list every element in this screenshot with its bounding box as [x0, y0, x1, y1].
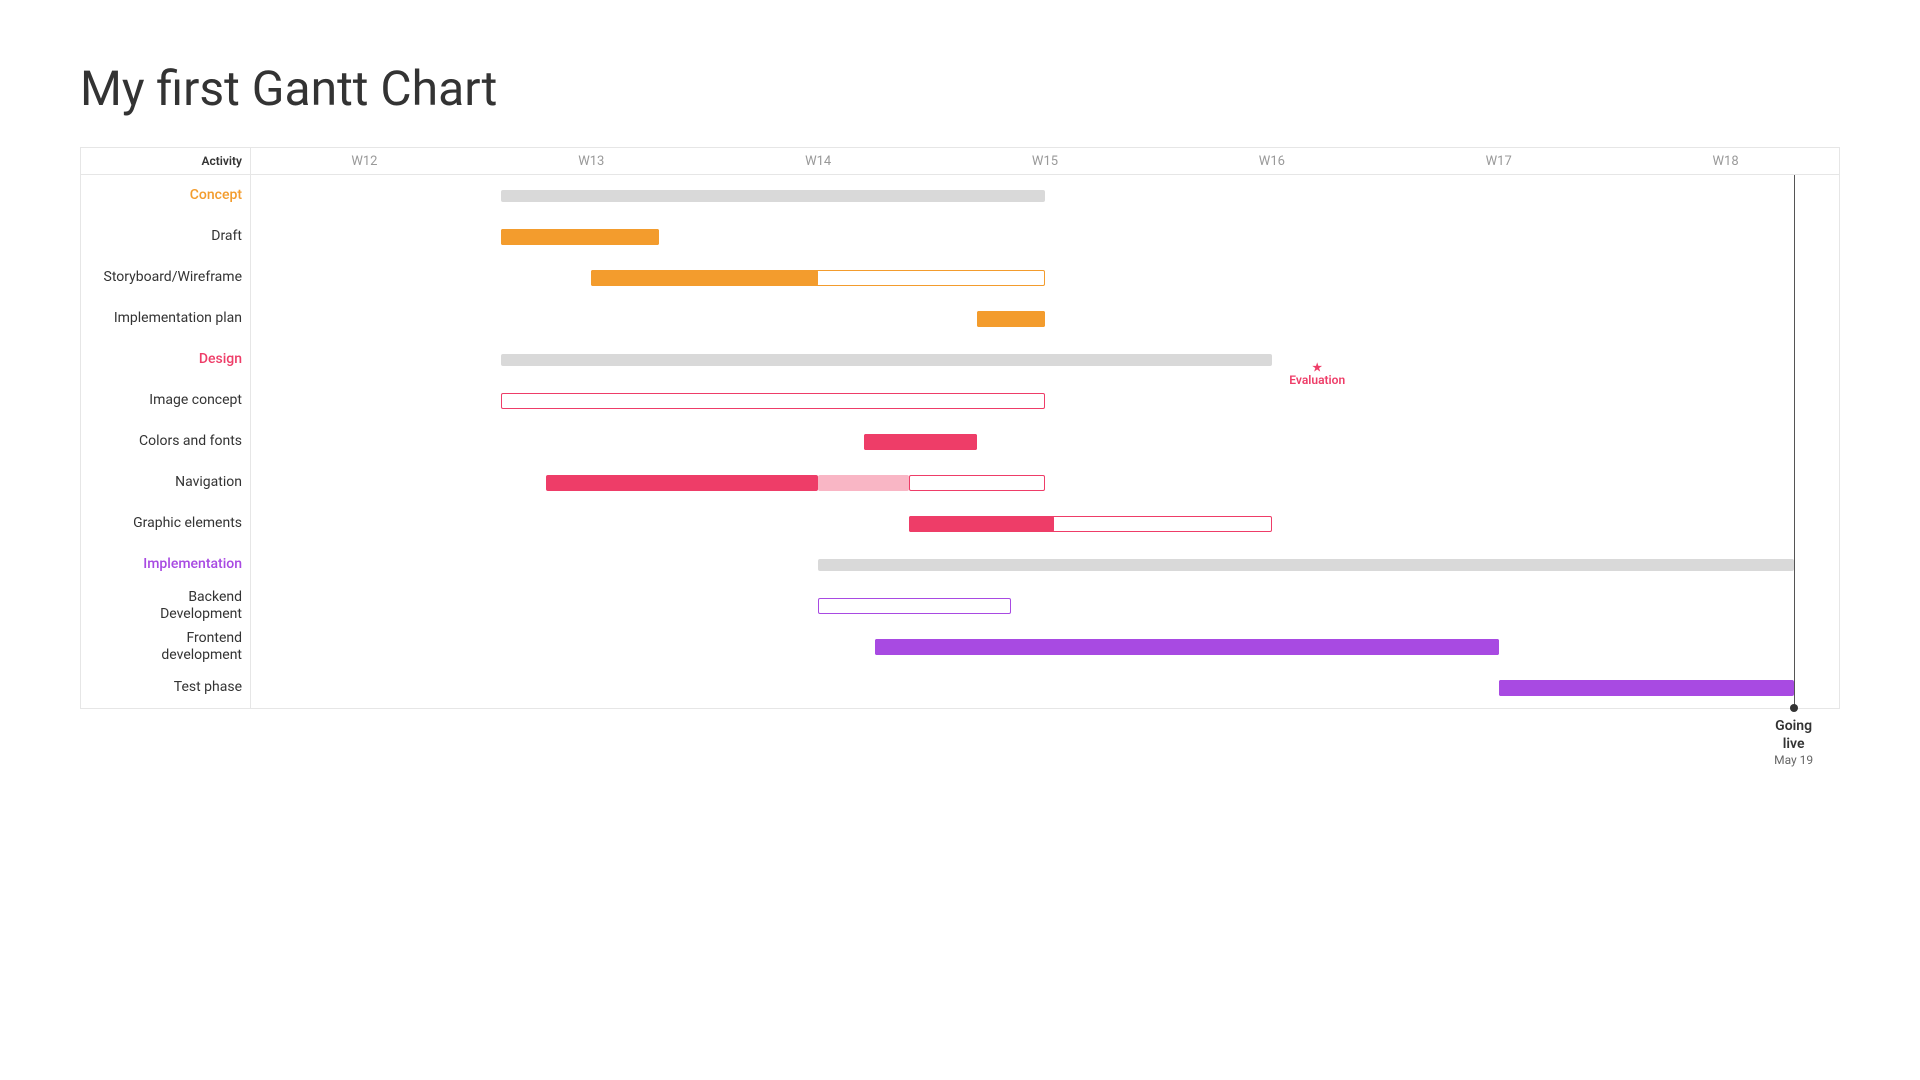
row-label-colorsfonts: Colors and fonts: [81, 421, 250, 462]
chart-row-navigation: [251, 462, 1839, 503]
row-label-frontend: Frontenddevelopment: [81, 626, 250, 667]
row-label-backend: BackendDevelopment: [81, 585, 250, 626]
bar-frontend: [875, 639, 1499, 655]
gantt-chart: Activity W12W13W14W15W16W17W18 ConceptDr…: [80, 147, 1840, 709]
week-axis: W12W13W14W15W16W17W18: [251, 148, 1839, 174]
activity-column-header: Activity: [81, 148, 251, 174]
chart-area: ★EvaluationGoing liveMay 19: [251, 175, 1839, 708]
row-label-concept: Concept: [81, 175, 250, 216]
row-label-draft: Draft: [81, 216, 250, 257]
bar-impl: [818, 559, 1793, 571]
chart-row-testphase: [251, 667, 1839, 708]
going-live-label: Going liveMay 19: [1771, 718, 1816, 768]
row-labels-column: ConceptDraftStoryboard/WireframeImplemen…: [81, 175, 251, 708]
week-tick: W12: [251, 148, 478, 174]
row-label-design: Design: [81, 339, 250, 380]
bar-storyboard: [591, 270, 1045, 286]
bar-design: [501, 354, 1272, 366]
bar-imgconcept: [501, 393, 1045, 409]
row-label-testphase: Test phase: [81, 667, 250, 708]
row-label-storyboard: Storyboard/Wireframe: [81, 257, 250, 298]
row-label-imgconcept: Image concept: [81, 380, 250, 421]
row-label-navigation: Navigation: [81, 462, 250, 503]
chart-row-imgconcept: [251, 380, 1839, 421]
chart-row-concept: [251, 175, 1839, 216]
bar-graphicel: [909, 516, 1272, 532]
chart-row-graphicel: [251, 503, 1839, 544]
gantt-header: Activity W12W13W14W15W16W17W18: [81, 148, 1839, 175]
chart-row-design: [251, 339, 1839, 380]
week-tick: W14: [705, 148, 932, 174]
gantt-body: ConceptDraftStoryboard/WireframeImplemen…: [81, 175, 1839, 708]
row-label-graphicel: Graphic elements: [81, 503, 250, 544]
bar-colorsfonts: [864, 434, 977, 450]
chart-row-draft: [251, 216, 1839, 257]
week-tick: W16: [1158, 148, 1385, 174]
bar-draft: [501, 229, 660, 245]
bar-testphase: [1499, 680, 1794, 696]
chart-row-backend: [251, 585, 1839, 626]
bar-navigation: [546, 475, 1045, 491]
chart-row-impl: [251, 544, 1839, 585]
week-tick: W17: [1385, 148, 1612, 174]
chart-row-colorsfonts: [251, 421, 1839, 462]
row-label-implplan: Implementation plan: [81, 298, 250, 339]
row-label-impl: Implementation: [81, 544, 250, 585]
week-tick: W15: [932, 148, 1159, 174]
bar-concept: [501, 190, 1045, 202]
week-tick: W13: [478, 148, 705, 174]
bar-backend: [818, 598, 1011, 614]
bar-implplan: [977, 311, 1045, 327]
page-title: My first Gantt Chart: [80, 60, 1840, 117]
week-tick: W18: [1612, 148, 1839, 174]
chart-row-storyboard: [251, 257, 1839, 298]
chart-row-frontend: [251, 626, 1839, 667]
chart-row-implplan: [251, 298, 1839, 339]
